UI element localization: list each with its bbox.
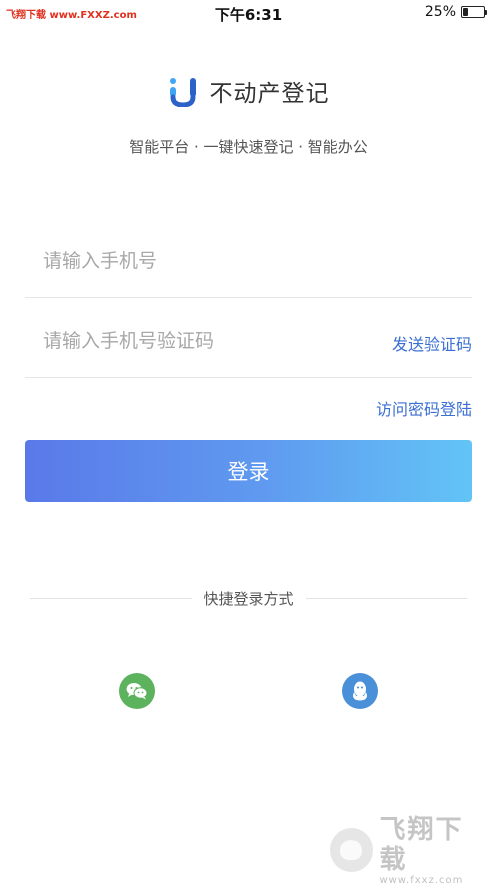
- qq-icon: [353, 681, 367, 701]
- phone-input[interactable]: [43, 246, 453, 276]
- status-time: 下午6:31: [214, 6, 283, 24]
- wechat-icon: [126, 683, 148, 700]
- quick-login-divider: 快捷登录方式: [30, 588, 468, 608]
- send-code-link[interactable]: 发送验证码: [392, 331, 472, 355]
- code-field-row: 发送验证码: [25, 316, 472, 378]
- app-title: 不动产登记: [209, 81, 330, 107]
- wechat-login-button[interactable]: [119, 673, 155, 709]
- divider-line-left: [30, 597, 192, 599]
- divider-line-right: [305, 597, 468, 599]
- watermark-url: www.fxxz.com: [379, 874, 464, 883]
- watermark-logo-icon: [330, 828, 374, 872]
- verification-code-input[interactable]: [43, 326, 343, 356]
- phone-field-row: [25, 236, 472, 298]
- tagline: 智能平台 · 一键快速登记 · 智能办公: [129, 138, 368, 156]
- status-bar: 飞翔下载 www.FXXZ.com 下午6:31 25%: [0, 0, 497, 26]
- brand-header: 不动产登记: [0, 74, 497, 108]
- qq-login-button[interactable]: [342, 673, 378, 709]
- battery-percent: 25%: [424, 4, 456, 20]
- u-logo-icon: [169, 78, 196, 107]
- password-login-link[interactable]: 访问密码登陆: [376, 396, 472, 420]
- watermark-text: 飞翔下载 www.fxxz.com: [379, 815, 490, 883]
- battery-status: 25%: [424, 4, 487, 20]
- login-button[interactable]: 登录: [25, 440, 472, 502]
- watermark-big-text: 飞翔下载: [379, 814, 464, 875]
- battery-icon: [461, 6, 487, 18]
- quick-login-label: 快捷登录方式: [203, 589, 294, 608]
- battery-fill: [463, 8, 468, 16]
- bottom-watermark: 飞翔下载 www.fxxz.com: [330, 815, 490, 883]
